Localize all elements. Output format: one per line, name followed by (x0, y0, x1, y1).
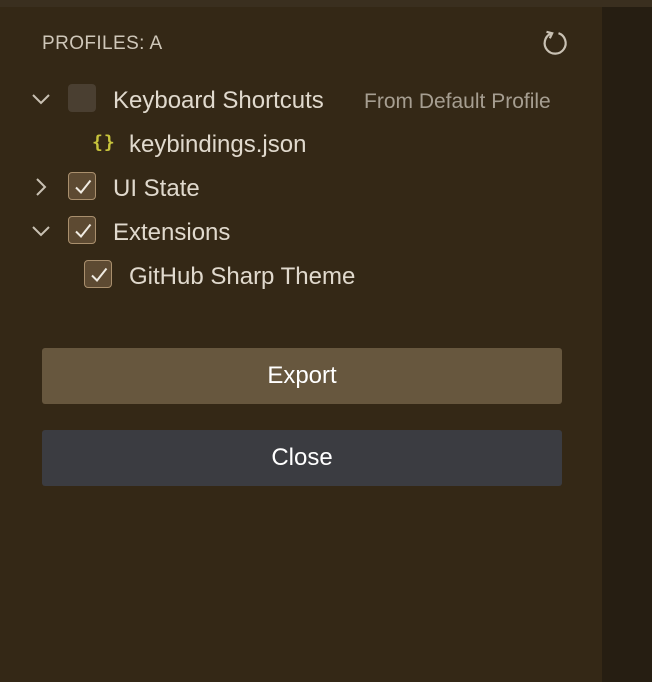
editor-area-edge (602, 7, 652, 682)
panel-title: PROFILES: A (42, 33, 163, 54)
tree-item-ui-state[interactable]: UI State (0, 165, 602, 209)
refresh-icon (543, 30, 567, 55)
tree-item-label: Keyboard Shortcuts (113, 87, 324, 114)
tree-item-github-sharp-theme[interactable]: GitHub Sharp Theme (0, 253, 602, 297)
close-button[interactable]: Close (42, 430, 562, 486)
chevron-down-icon[interactable] (29, 87, 53, 111)
chevron-right-icon[interactable] (29, 175, 53, 199)
checkmark-icon (75, 179, 92, 195)
tree-item-label: keybindings.json (129, 131, 307, 158)
extensions-checkbox[interactable] (68, 216, 96, 244)
tree-item-description: From Default Profile (364, 90, 551, 113)
checkmark-icon (91, 267, 108, 283)
tree-item-keyboard-shortcuts[interactable]: Keyboard Shortcuts From Default Profile (0, 77, 602, 121)
window-top-edge (0, 0, 652, 7)
panel-header: PROFILES: A (42, 28, 572, 58)
checkmark-icon (75, 223, 92, 239)
github-sharp-theme-checkbox[interactable] (84, 260, 112, 288)
tree-item-label: UI State (113, 175, 200, 202)
tree-item-label: GitHub Sharp Theme (129, 263, 356, 290)
refresh-button[interactable] (540, 28, 570, 58)
keyboard-shortcuts-checkbox[interactable] (68, 84, 96, 112)
tree-item-keybindings-json[interactable]: {} keybindings.json (0, 121, 602, 165)
ui-state-checkbox[interactable] (68, 172, 96, 200)
json-braces-icon: {} (92, 132, 116, 153)
export-button[interactable]: Export (42, 348, 562, 404)
tree-item-extensions[interactable]: Extensions (0, 209, 602, 253)
profile-export-panel: PROFILES: A Keyboard Shortcuts From Defa… (0, 7, 602, 682)
tree-item-label: Extensions (113, 219, 231, 246)
chevron-down-icon[interactable] (29, 219, 53, 243)
